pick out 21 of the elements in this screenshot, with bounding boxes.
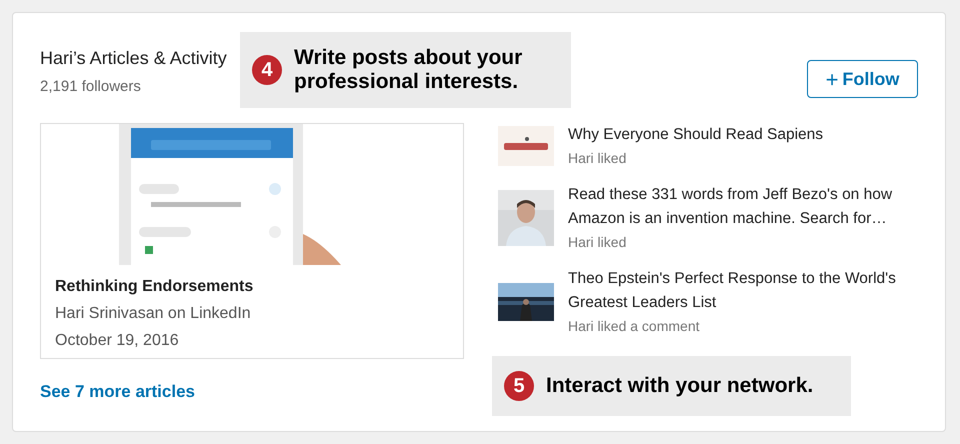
activity-title: Theo Epstein's Perfect Response to the World's Greatest Leaders List — [568, 268, 897, 312]
follow-button[interactable]: + Follow — [807, 60, 918, 98]
activity-title: Read these 331 words from Jeff Bezo's on how Amazon is an invention machine. Search for… — [568, 184, 894, 228]
followers-count: 2,191 followers — [40, 77, 142, 97]
activity-action: Hari liked a comment — [568, 316, 700, 336]
step-number: 5 — [504, 371, 534, 401]
article-author: Hari Srinivasan on LinkedIn — [55, 304, 252, 324]
activity-title: Why Everyone Should Read Sapiens — [568, 124, 824, 144]
step-number: 4 — [252, 55, 282, 85]
activity-action: Hari liked — [568, 232, 628, 252]
section-title: Hari’s Articles & Activity — [40, 47, 227, 70]
activity-item[interactable]: Why Everyone Should Read Sapiens Hari liked — [498, 122, 928, 168]
callout-text: Write posts about your professional interests. — [294, 46, 524, 94]
activity-action: Hari liked — [568, 148, 628, 168]
article-card[interactable]: Rethinking Endorsements Hari Srinivasan on LinkedIn October 19, 2016 — [40, 122, 464, 358]
callout-text: Interact with your network. — [546, 374, 814, 398]
article-date: October 19, 2016 — [55, 330, 180, 350]
activity-item[interactable]: Read these 331 words from Jeff Bezo's on how Amazon is an invention machine. Search for… Hari liked — [498, 182, 928, 252]
activity-item[interactable]: Theo Epstein's Perfect Response to the World's Greatest Leaders List Hari liked a comment — [498, 266, 928, 336]
article-title: Rethinking Endorsements — [55, 276, 254, 296]
more-articles-link[interactable]: See 7 more articles — [40, 378, 195, 404]
